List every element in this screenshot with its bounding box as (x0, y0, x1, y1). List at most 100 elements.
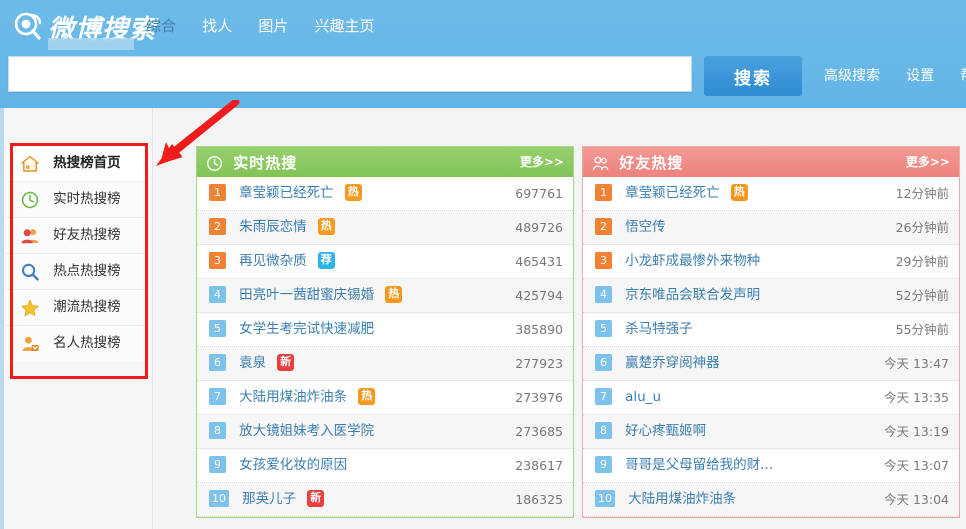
clock-icon (20, 189, 40, 209)
friends-icon (592, 152, 609, 171)
list-item[interactable]: 7 大陆用煤油炸油条 热 273976 (197, 381, 573, 415)
list-item[interactable]: 4 田亮叶一茜甜蜜庆锡婚 热 425794 (197, 279, 573, 313)
list-item[interactable]: 7 alu_u 今天 13:35 (583, 381, 959, 415)
site-logo[interactable]: 微博搜索 (10, 4, 155, 50)
panel-title: 好友热搜 (619, 153, 684, 172)
time-ago: 今天 13:04 (884, 492, 949, 507)
time-ago: 29分钟前 (895, 254, 949, 269)
panel-more-link[interactable]: 更多>> (520, 147, 564, 177)
list-item[interactable]: 3 小龙虾成最惨外来物种 29分钟前 (583, 245, 959, 279)
list-item[interactable]: 4 京东唯品会联合发声明 52分钟前 (583, 279, 959, 313)
nav-item-interest-home[interactable]: 兴趣主页 (314, 0, 374, 52)
keyword-link[interactable]: 杀马特强子 (625, 313, 693, 346)
search-count: 238617 (515, 458, 563, 473)
sidebar-item-friends[interactable]: 好友热搜榜 (6, 218, 146, 254)
rank-badge: 5 (595, 320, 612, 337)
keyword-link[interactable]: 朱雨辰恋情 (239, 211, 307, 244)
search-count: 277923 (515, 356, 563, 371)
keyword-link[interactable]: 大陆用煤油炸油条 (239, 381, 347, 414)
list-item[interactable]: 10 那英儿子 新 186325 (197, 483, 573, 517)
sidebar-item-hotspot[interactable]: 热点热搜榜 (6, 254, 146, 290)
hot-tag-icon: 热 (385, 286, 403, 303)
keyword-link[interactable]: 小龙虾成最惨外来物种 (625, 245, 760, 278)
list-item[interactable]: 5 杀马特强子 55分钟前 (583, 313, 959, 347)
rank-badge: 7 (595, 388, 612, 405)
time-ago: 今天 13:35 (884, 390, 949, 405)
keyword-link[interactable]: 袁泉 (239, 347, 266, 380)
panel-realtime-hot-search: 实时热搜 更多>> 1 章莹颖已经死亡 热 697761 2 朱雨辰恋情 热 4… (196, 146, 574, 518)
list-item[interactable]: 1 章莹颖已经死亡 热 697761 (197, 177, 573, 211)
rank-badge: 7 (209, 388, 226, 405)
time-ago: 26分钟前 (895, 220, 949, 235)
sidebar-item-realtime[interactable]: 实时热搜榜 (6, 182, 146, 218)
sidebar-top-spacer (4, 108, 152, 146)
search-input[interactable] (9, 57, 691, 91)
search-count: 385890 (515, 322, 563, 337)
list-item[interactable]: 9 哥哥是父母留给我的财... 今天 13:07 (583, 449, 959, 483)
rank-badge: 6 (209, 354, 226, 371)
keyword-link[interactable]: 哥哥是父母留给我的财... (625, 449, 773, 482)
keyword-link[interactable]: 那英儿子 (242, 483, 296, 516)
time-ago: 今天 13:19 (884, 424, 949, 439)
panel-friends-hot-search: 好友热搜 更多>> 1 章莹颖已经死亡 热 12分钟前 2 悟空传 26分钟前 (582, 146, 960, 518)
sidebar-item-celebrity[interactable]: 名人热搜榜 (6, 326, 146, 361)
advanced-search-link[interactable]: 高级搜索 (824, 56, 880, 96)
panel-more-link[interactable]: 更多>> (906, 147, 950, 177)
keyword-link[interactable]: 赢楚乔穿阅神器 (625, 347, 720, 380)
sidebar-item-label: 好友热搜榜 (53, 227, 121, 243)
keyword-link[interactable]: 京东唯品会联合发声明 (625, 279, 760, 312)
keyword-link[interactable]: 女孩爱化妆的原因 (239, 449, 347, 482)
top-header-bar: 微博搜索 综合 找人 图片 兴趣主页 搜索 高级搜索 设置 帮 (0, 0, 966, 108)
list-item[interactable]: 10 大陆用煤油炸油条 今天 13:04 (583, 483, 959, 517)
list-item[interactable]: 6 袁泉 新 277923 (197, 347, 573, 381)
list-item[interactable]: 9 女孩爱化妆的原因 238617 (197, 449, 573, 483)
star-icon (20, 297, 40, 317)
list-item[interactable]: 8 放大镜姐妹考入医学院 273685 (197, 415, 573, 449)
nav-item-images[interactable]: 图片 (258, 0, 288, 52)
rank-badge: 4 (595, 286, 612, 303)
list-item[interactable]: 3 再见微杂质 荐 465431 (197, 245, 573, 279)
hot-tag-icon: 热 (730, 184, 748, 201)
sidebar-item-label: 潮流热搜榜 (53, 299, 121, 315)
help-link[interactable]: 帮 (960, 56, 966, 96)
list-item[interactable]: 5 女学生考完试快速减肥 385890 (197, 313, 573, 347)
keyword-link[interactable]: 悟空传 (625, 211, 666, 244)
nav-item-find-people[interactable]: 找人 (202, 0, 232, 52)
panel-title: 实时热搜 (233, 153, 298, 172)
keyword-link[interactable]: 放大镜姐妹考入医学院 (239, 415, 374, 448)
search-count: 186325 (515, 492, 563, 507)
list-item[interactable]: 2 朱雨辰恋情 热 489726 (197, 211, 573, 245)
keyword-link[interactable]: 田亮叶一茜甜蜜庆锡婚 (239, 279, 374, 312)
search-count: 697761 (515, 186, 563, 201)
search-button[interactable]: 搜索 (704, 56, 802, 96)
sidebar-item-hot-home[interactable]: 热搜榜首页 (6, 146, 146, 182)
keyword-link[interactable]: 大陆用煤油炸油条 (628, 483, 736, 516)
new-tag-icon: 新 (277, 354, 295, 371)
list-item[interactable]: 8 好心疼甄姬啊 今天 13:19 (583, 415, 959, 449)
keyword-link[interactable]: alu_u (625, 381, 661, 414)
panel-header: 实时热搜 更多>> (197, 147, 573, 177)
list-item[interactable]: 2 悟空传 26分钟前 (583, 211, 959, 245)
keyword-link[interactable]: 好心疼甄姬啊 (625, 415, 706, 448)
settings-link[interactable]: 设置 (906, 56, 934, 96)
sidebar-item-trend[interactable]: 潮流热搜榜 (6, 290, 146, 326)
search-count: 465431 (515, 254, 563, 269)
hot-tag-icon: 热 (317, 218, 335, 235)
search-count: 489726 (515, 220, 563, 235)
keyword-link[interactable]: 章莹颖已经死亡 (239, 177, 334, 210)
search-input-wrapper[interactable] (8, 56, 692, 92)
sidebar: 热搜榜首页 实时热搜榜 好友热搜榜 热点热搜榜 潮流热搜榜 名人热搜榜 (4, 108, 153, 529)
nav-items: 综合 找人 图片 兴趣主页 (146, 0, 396, 52)
time-ago: 52分钟前 (895, 288, 949, 303)
keyword-link[interactable]: 再见微杂质 (239, 245, 307, 278)
search-count: 273685 (515, 424, 563, 439)
list-item[interactable]: 1 章莹颖已经死亡 热 12分钟前 (583, 177, 959, 211)
rank-badge: 2 (595, 218, 612, 235)
panel-rows: 1 章莹颖已经死亡 热 697761 2 朱雨辰恋情 热 489726 3 再见… (197, 177, 573, 517)
nav-item-comprehensive[interactable]: 综合 (146, 0, 176, 52)
weibo-search-page: 微博搜索 综合 找人 图片 兴趣主页 搜索 高级搜索 设置 帮 (0, 0, 966, 529)
keyword-link[interactable]: 章莹颖已经死亡 (625, 177, 720, 210)
list-item[interactable]: 6 赢楚乔穿阅神器 今天 13:47 (583, 347, 959, 381)
home-icon (20, 153, 40, 173)
keyword-link[interactable]: 女学生考完试快速减肥 (239, 313, 374, 346)
